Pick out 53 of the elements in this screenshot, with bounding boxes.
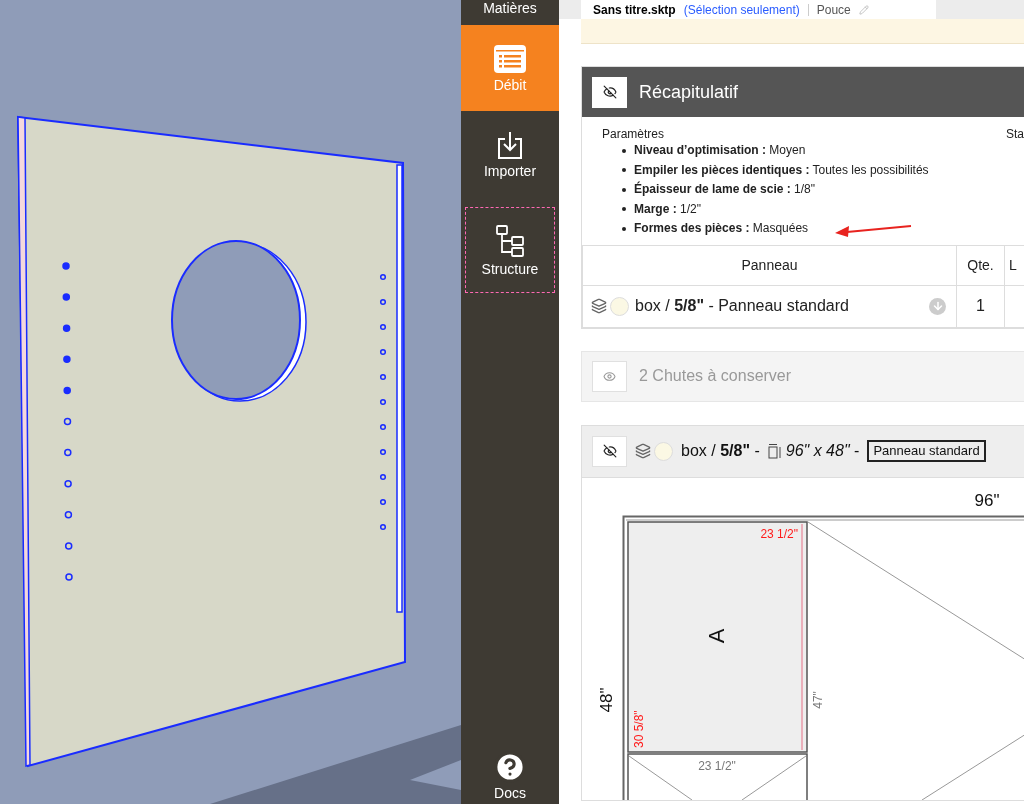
sidebar-item[interactable]: Importer — [461, 111, 559, 197]
parameter-text: Niveau d’optimisation : Moyen — [634, 142, 806, 159]
hide-button[interactable] — [592, 435, 627, 467]
bullet-icon — [622, 226, 626, 231]
file-name: Sans titre.sktp — [593, 3, 676, 16]
parameter-text: Marge : 1/2" — [634, 200, 701, 218]
parameters-heading: Paramètres — [602, 127, 666, 141]
statistics-heading: Sta — [1006, 127, 1024, 143]
panel-name: box / 5/8" - Panneau standard — [635, 296, 850, 316]
eye-off-icon — [602, 444, 617, 458]
bullet-icon — [622, 207, 626, 212]
sidebar-item[interactable]: Matières — [461, 0, 559, 25]
material-swatch — [610, 296, 629, 316]
eye-off-icon — [602, 85, 617, 99]
summary-title: Récapitulatif — [639, 80, 739, 104]
sheet-type-tag: Panneau standard — [867, 440, 986, 462]
column-header: Qte. — [956, 245, 1005, 285]
pencil-icon — [858, 4, 869, 15]
part-length-label: 30 5/8" — [632, 709, 646, 748]
sidebar-item[interactable]: Structure — [465, 207, 555, 293]
tree-structure-icon — [495, 224, 525, 258]
column-header: L — [1004, 245, 1024, 285]
sheet-width-label: 96" — [974, 490, 1000, 510]
bullet-icon — [622, 187, 626, 192]
offcut-width-label: 23 1/2" — [698, 758, 736, 773]
eye-icon — [603, 369, 616, 383]
sheet-title: box / 5/8" - — [681, 441, 760, 461]
dimensions-icon — [767, 443, 782, 459]
parameter-text: Formes des pièces : Masquées — [634, 220, 809, 237]
docs-button[interactable]: Docs — [461, 750, 559, 804]
bullet-icon — [622, 168, 626, 173]
column-header: Panneau — [582, 245, 957, 285]
offcut-height-label: 47" — [811, 690, 825, 709]
sheet-size: 96" x 48" - — [785, 441, 860, 461]
panel-3d-drawing[interactable] — [17, 115, 406, 768]
list-icon — [493, 44, 527, 74]
document-tab[interactable]: Sans titre.sktp (Sélection seulement) Pouce — [581, 0, 936, 19]
sheet-height-label: 48" — [597, 687, 616, 712]
part-label: A — [704, 628, 729, 643]
unit-label[interactable]: Pouce — [816, 3, 851, 16]
selection-scope-link[interactable]: (Sélection seulement) — [683, 3, 800, 16]
3d-viewport[interactable] — [0, 0, 461, 804]
import-icon — [496, 130, 524, 160]
part-width-label: 23 1/2" — [760, 526, 798, 541]
layers-icon — [635, 443, 651, 459]
offcuts-title: 2 Chutes à conserver — [639, 366, 792, 386]
hide-button[interactable] — [592, 76, 627, 108]
parameter-text: Épaisseur de lame de scie : 1/8" — [634, 180, 816, 198]
bullet-icon — [622, 148, 626, 153]
quantity-cell: 1 — [956, 285, 1005, 327]
parameter-text: Empiler les pièces identiques : Toutes les possibilités — [634, 161, 929, 179]
layers-icon — [591, 298, 607, 314]
material-swatch — [654, 441, 673, 461]
